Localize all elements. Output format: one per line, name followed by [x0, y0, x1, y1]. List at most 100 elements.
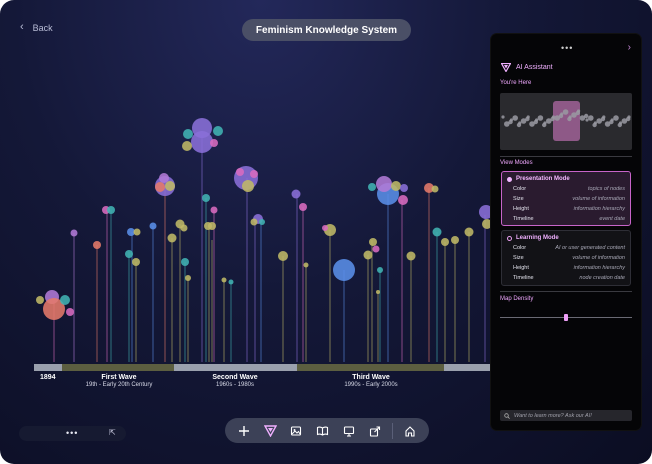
era-dates: 19th - Early 20th Century: [85, 382, 153, 388]
row-value: information hierarchy: [573, 206, 625, 212]
row-key: Color: [513, 245, 527, 251]
book-icon[interactable]: [313, 422, 331, 440]
panel-menu-icon[interactable]: •••: [561, 43, 573, 53]
knowledge-node[interactable]: [299, 203, 307, 211]
image-icon[interactable]: [287, 422, 305, 440]
knowledge-node[interactable]: [149, 222, 157, 230]
map-preview-node: [518, 121, 522, 125]
map-density-slider[interactable]: [500, 314, 632, 321]
knowledge-node[interactable]: [250, 170, 258, 178]
era-dates: 1990s - Early 2000s: [344, 382, 398, 388]
knowledge-node[interactable]: [183, 129, 193, 139]
timeline-bar[interactable]: [34, 364, 490, 371]
knowledge-node[interactable]: [133, 228, 141, 236]
ask-ai-field[interactable]: [500, 410, 632, 421]
home-icon[interactable]: [401, 422, 419, 440]
knowledge-node[interactable]: [372, 245, 380, 253]
knowledge-node[interactable]: [464, 227, 474, 237]
knowledge-node[interactable]: [60, 295, 70, 305]
knowledge-node[interactable]: [242, 180, 254, 192]
era-name: Third Wave: [352, 374, 390, 381]
knowledge-node[interactable]: [377, 267, 383, 273]
knowledge-node[interactable]: [182, 141, 192, 151]
knowledge-node[interactable]: [221, 277, 227, 283]
knowledge-node[interactable]: [369, 238, 377, 246]
knowledge-node[interactable]: [185, 275, 191, 281]
knowledge-node[interactable]: [191, 131, 213, 153]
knowledge-node[interactable]: [36, 296, 44, 304]
knowledge-node[interactable]: [155, 182, 165, 192]
knowledge-node[interactable]: [368, 183, 376, 191]
knowledge-node[interactable]: [441, 238, 449, 246]
toolbar-divider: [391, 422, 393, 439]
knowledge-node[interactable]: [278, 251, 288, 261]
map-preview-node: [602, 115, 606, 119]
knowledge-node[interactable]: [376, 290, 380, 294]
logo-icon[interactable]: [261, 422, 279, 440]
map-viewport-highlight[interactable]: [553, 101, 580, 141]
knowledge-node[interactable]: [431, 185, 439, 193]
era-third-wave[interactable]: Third Wave 1990s - Early 2000s: [331, 374, 411, 388]
knowledge-node[interactable]: [107, 206, 115, 214]
knowledge-node[interactable]: [66, 308, 74, 316]
knowledge-node[interactable]: [303, 262, 309, 268]
era-name: Second Wave: [212, 374, 258, 381]
presentation-icon[interactable]: [340, 422, 358, 440]
more-dots-icon[interactable]: •••: [66, 428, 78, 438]
panel-title: AI Assistant: [516, 64, 553, 71]
knowledge-node[interactable]: [167, 233, 177, 243]
map-preview-node: [610, 118, 614, 122]
era-first-wave[interactable]: First Wave 19th - Early 20th Century: [74, 374, 164, 388]
expand-icon[interactable]: ⇱: [109, 428, 116, 437]
knowledge-node[interactable]: [181, 258, 189, 266]
map-preview[interactable]: [500, 93, 632, 150]
knowledge-node[interactable]: [202, 194, 210, 202]
radio-button[interactable]: [507, 176, 512, 182]
knowledge-node[interactable]: [180, 224, 188, 232]
knowledge-node[interactable]: [363, 250, 373, 260]
knowledge-node[interactable]: [333, 259, 355, 281]
back-button[interactable]: ‹ Back: [20, 22, 53, 33]
knowledge-node[interactable]: [159, 173, 169, 183]
knowledge-node[interactable]: [432, 227, 442, 237]
knowledge-node[interactable]: [406, 251, 416, 261]
chevron-left-icon: ‹: [20, 21, 24, 33]
knowledge-node[interactable]: [93, 241, 101, 249]
knowledge-node[interactable]: [391, 181, 401, 191]
radio-button[interactable]: [507, 235, 512, 241]
knowledge-node[interactable]: [210, 206, 218, 214]
map-preview-node: [535, 118, 539, 122]
knowledge-node[interactable]: [208, 222, 216, 230]
era-second-wave[interactable]: Second Wave 1960s - 1980s: [195, 374, 275, 388]
map-preview-node: [593, 121, 597, 125]
row-key: Size: [513, 196, 524, 202]
share-icon[interactable]: [366, 422, 384, 440]
learning-mode-card[interactable]: Learning Mode Color AI or user generated …: [501, 230, 631, 286]
mode-name: Presentation Mode: [516, 176, 570, 182]
presentation-mode-card[interactable]: Presentation Mode Color topics of nodes S…: [501, 171, 631, 226]
knowledge-node[interactable]: [376, 176, 392, 192]
knowledge-node[interactable]: [165, 181, 175, 191]
knowledge-node[interactable]: [213, 126, 223, 136]
knowledge-node[interactable]: [125, 250, 133, 258]
chevron-right-icon[interactable]: ›: [628, 42, 631, 53]
minimap-bar: ••• ⇱: [19, 426, 126, 441]
knowledge-node[interactable]: [70, 229, 78, 237]
knowledge-node[interactable]: [291, 189, 301, 199]
ask-ai-input[interactable]: [514, 412, 629, 419]
knowledge-node[interactable]: [451, 236, 459, 244]
knowledge-node[interactable]: [398, 195, 408, 205]
knowledge-node[interactable]: [228, 279, 234, 285]
slider-thumb[interactable]: [564, 314, 568, 321]
knowledge-node[interactable]: [132, 258, 140, 266]
knowledge-node[interactable]: [259, 219, 265, 225]
row-value: topics of nodes: [588, 186, 625, 192]
knowledge-node[interactable]: [236, 168, 244, 176]
knowledge-node[interactable]: [210, 139, 218, 147]
knowledge-node[interactable]: [322, 225, 328, 231]
knowledge-node[interactable]: [400, 184, 408, 192]
mode-row: Color topics of nodes: [513, 186, 625, 192]
knowledge-node[interactable]: [250, 218, 258, 226]
search-icon: [504, 412, 510, 419]
plus-icon[interactable]: [235, 422, 253, 440]
